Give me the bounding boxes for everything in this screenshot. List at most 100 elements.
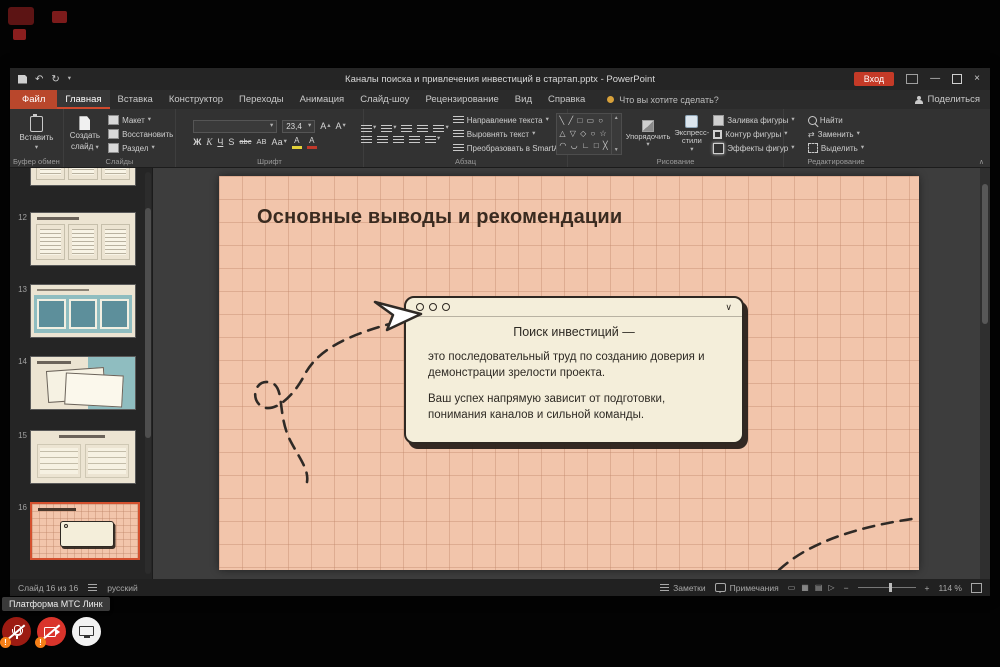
font-name-select[interactable]: ▾: [193, 120, 277, 133]
underline-button[interactable]: Ч: [217, 138, 223, 147]
font-size-select[interactable]: 23,4▾: [282, 120, 315, 133]
align-right-icon: [393, 136, 404, 144]
shape-effects-button[interactable]: Эффекты фигур▾: [713, 142, 794, 155]
maximize-button[interactable]: [952, 74, 962, 84]
slide-16[interactable]: Основные выводы и рекомендации ∨ Поиск и…: [219, 176, 919, 570]
shapes-gallery-scroll[interactable]: ▲ ▼: [611, 114, 621, 154]
slide-thumbnail-panel[interactable]: 12 13 14: [10, 168, 153, 579]
thumbnail-number: 15: [14, 430, 27, 484]
columns-button[interactable]: ▾: [425, 136, 440, 144]
camera-muted-button[interactable]: !: [37, 617, 66, 646]
panel-scrollbar[interactable]: [145, 172, 151, 574]
slideshow-view-button[interactable]: ▷: [828, 583, 834, 592]
tell-me-search[interactable]: Что вы хотите сделать?: [607, 90, 719, 109]
gallery-up-icon[interactable]: ▲: [614, 115, 619, 121]
save-icon[interactable]: [18, 75, 27, 84]
quick-styles-button[interactable]: Экспресс-стили ▾: [674, 112, 709, 156]
tab-file[interactable]: Файл: [10, 90, 57, 109]
comments-toggle[interactable]: Примечания: [715, 583, 779, 593]
select-button[interactable]: Выделить▾: [808, 142, 864, 155]
zoom-in-button[interactable]: +: [925, 583, 930, 593]
tab-view[interactable]: Вид: [507, 90, 540, 109]
slide-thumbnail-14[interactable]: 14: [14, 356, 136, 410]
line-spacing-button[interactable]: ▾: [433, 125, 448, 133]
qat-caret-icon[interactable]: ▾: [68, 76, 71, 83]
change-case-button[interactable]: Аа▾: [271, 138, 286, 147]
slide-thumbnail-13[interactable]: 13: [14, 284, 136, 338]
ribbon-tabs: Файл Главная Вставка Конструктор Переход…: [10, 90, 990, 109]
tab-home[interactable]: Главная: [57, 90, 109, 109]
slide-thumbnail-12[interactable]: 12: [14, 212, 136, 266]
slide-thumbnail-15[interactable]: 15: [14, 430, 136, 484]
increase-indent-button[interactable]: [417, 125, 428, 133]
notes-toggle[interactable]: Заметки: [660, 583, 706, 593]
gallery-down-icon[interactable]: ▼: [614, 147, 619, 153]
canvas-scrollbar[interactable]: [980, 168, 990, 579]
panel-scrollbar-thumb[interactable]: [145, 208, 151, 438]
highlight-color-button[interactable]: А: [292, 136, 302, 149]
grow-font-button[interactable]: А▴: [320, 122, 330, 131]
reading-view-button[interactable]: ▤: [815, 583, 823, 592]
ribbon-group-drawing: ╲ ╱ □ ▭ ○ △ ▽ ◇ ○ ☆ ◠ ◡ ∟ □ ╳ ▲ ▼ Упоряд…: [568, 109, 784, 167]
align-right-button[interactable]: [393, 136, 404, 144]
normal-view-button[interactable]: ▭: [788, 583, 796, 592]
slide-thumbnail-partial[interactable]: [14, 168, 136, 186]
slide-thumbnail-16-selected[interactable]: 16: [14, 502, 140, 560]
bold-button[interactable]: Ж: [193, 138, 201, 147]
text-direction-button[interactable]: Направление текста▾: [453, 114, 570, 127]
tab-insert[interactable]: Вставка: [110, 90, 161, 109]
ribbon-display-options-icon[interactable]: [906, 74, 918, 84]
tab-animations[interactable]: Анимация: [292, 90, 353, 109]
arrange-button[interactable]: Упорядочить ▾: [626, 112, 671, 156]
text-shadow-button[interactable]: S: [228, 138, 234, 147]
fit-slide-button[interactable]: [971, 583, 982, 593]
tab-slideshow[interactable]: Слайд-шоу: [352, 90, 417, 109]
close-button[interactable]: ×: [974, 74, 980, 84]
layout-button[interactable]: Макет▾: [108, 114, 173, 127]
zoom-level[interactable]: 114 %: [939, 583, 962, 593]
collapse-ribbon-icon[interactable]: ∧: [979, 158, 984, 166]
strikethrough-button[interactable]: abc: [239, 138, 251, 146]
new-slide-button[interactable]: Создать слайд ▾: [66, 112, 104, 156]
redo-icon[interactable]: ↻: [51, 74, 59, 85]
section-button[interactable]: Раздел▾: [108, 142, 173, 155]
shape-outline-button[interactable]: Контур фигуры▾: [713, 128, 794, 141]
screen-share-button[interactable]: [72, 617, 101, 646]
microphone-muted-button[interactable]: !: [2, 617, 31, 646]
font-color-button[interactable]: А: [307, 136, 317, 149]
numbering-button[interactable]: ▾: [381, 125, 396, 133]
shape-fill-button[interactable]: Заливка фигуры▾: [713, 114, 794, 127]
paste-button[interactable]: Вставить ▾: [16, 112, 58, 156]
share-button[interactable]: Поделиться: [915, 90, 980, 109]
tab-transitions[interactable]: Переходы: [231, 90, 292, 109]
shrink-font-button[interactable]: А▾: [336, 122, 346, 131]
shapes-gallery[interactable]: ╲ ╱ □ ▭ ○ △ ▽ ◇ ○ ☆ ◠ ◡ ∟ □ ╳ ▲ ▼: [556, 113, 621, 155]
italic-button[interactable]: К: [206, 138, 212, 147]
slide-title[interactable]: Основные выводы и рекомендации: [257, 206, 622, 229]
canvas-scrollbar-thumb[interactable]: [982, 184, 988, 324]
tab-review[interactable]: Рецензирование: [417, 90, 506, 109]
reset-button[interactable]: Восстановить: [108, 128, 173, 141]
zoom-out-button[interactable]: −: [844, 583, 849, 593]
decrease-indent-button[interactable]: [401, 125, 412, 133]
smartart-button[interactable]: Преобразовать в SmartArt▾: [453, 142, 570, 155]
minimize-button[interactable]: —: [930, 74, 940, 84]
sign-in-button[interactable]: Вход: [854, 72, 894, 86]
align-text-button[interactable]: Выровнять текст▾: [453, 128, 570, 141]
callout-card[interactable]: ∨ Поиск инвестиций — это последовательны…: [404, 296, 744, 444]
tab-design[interactable]: Конструктор: [161, 90, 231, 109]
character-spacing-button[interactable]: АВ: [256, 138, 266, 146]
zoom-slider-knob[interactable]: [889, 583, 892, 592]
undo-icon[interactable]: ↶: [35, 74, 43, 85]
justify-button[interactable]: [409, 136, 420, 144]
language-indicator[interactable]: русский: [107, 583, 138, 593]
tab-help[interactable]: Справка: [540, 90, 593, 109]
replace-button[interactable]: ⇄Заменить▾: [808, 128, 864, 141]
zoom-slider[interactable]: [858, 587, 916, 588]
bullets-button[interactable]: ▾: [361, 125, 376, 133]
align-left-button[interactable]: [361, 136, 372, 144]
slide-sorter-view-button[interactable]: ▦: [801, 583, 809, 592]
find-button[interactable]: Найти: [808, 114, 864, 127]
spellcheck-icon[interactable]: [88, 584, 97, 592]
align-center-button[interactable]: [377, 136, 388, 144]
